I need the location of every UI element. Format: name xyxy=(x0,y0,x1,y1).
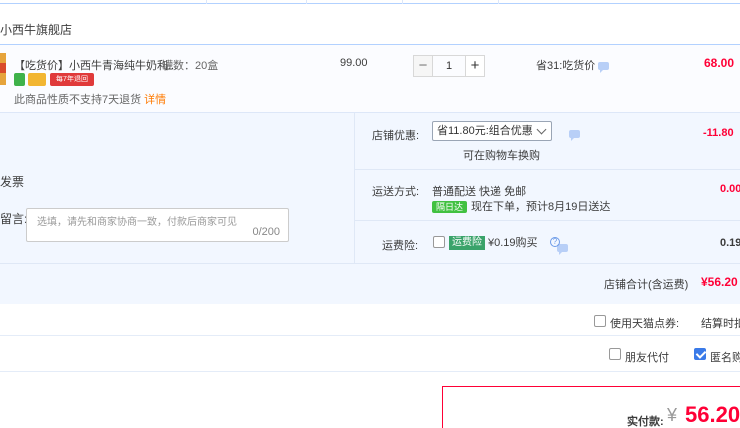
insurance-price: ¥0.19购买 xyxy=(488,237,538,249)
column-divider xyxy=(206,0,207,4)
item-note: 此商品性质不支持7天退货 详情 xyxy=(14,91,166,107)
header-rule xyxy=(0,0,740,4)
payment-summary: 实付款: ¥ 56.20 xyxy=(442,386,740,428)
column-divider xyxy=(498,0,499,4)
store-discount-hint: 可在购物车换购 xyxy=(463,150,540,162)
message-field[interactable]: 选填，请先和商家协商一致，付款后商家可见 0/200 xyxy=(26,208,289,242)
shipping-label: 运送方式: xyxy=(372,186,420,198)
column-divider xyxy=(402,0,403,4)
store-discount-amount: -11.80 xyxy=(703,127,734,139)
shop-total-value: ¥56.20 xyxy=(701,275,738,289)
item-title[interactable]: 【吃货价】小西牛青海纯牛奶利... xyxy=(14,57,177,73)
chevron-down-icon xyxy=(536,124,547,135)
tmall-points-label: 使用天猫点券: xyxy=(610,318,680,330)
next-day-badge: 隔日达 xyxy=(432,201,468,214)
help-icon[interactable]: ? xyxy=(550,237,560,247)
order-summary-panel: 店铺优惠: 省11.80元:组合优惠 可在购物车换购 -11.80 运送方式: … xyxy=(355,113,740,263)
shop-total-label: 店铺合计(含运费) xyxy=(604,279,689,291)
store-discount-value: 省11.80元:组合优惠 xyxy=(437,125,533,137)
insurance-label: 运费险: xyxy=(382,240,419,252)
shipping-eta: 现在下单，预计8月19日送达 xyxy=(471,201,611,213)
product-thumbnail[interactable] xyxy=(0,53,6,85)
increase-quantity-button[interactable]: + xyxy=(465,55,485,77)
item-subtotal: 68.00 xyxy=(704,56,735,70)
card-icon xyxy=(28,73,46,86)
shipping-eta-row: 隔日达 现在下单，预计8月19日送达 xyxy=(432,198,610,214)
insurance-checkbox[interactable] xyxy=(433,236,445,248)
store-discount-label: 店铺优惠: xyxy=(372,130,420,142)
row-divider xyxy=(355,169,740,170)
insurance-tag: 运费险 xyxy=(449,236,485,251)
message-counter: 0/200 xyxy=(252,226,280,238)
column-divider xyxy=(306,0,307,4)
points-row: 使用天猫点券: 结算时扣 xyxy=(0,304,740,336)
friend-pay-label: 朋友代付 xyxy=(625,352,669,364)
order-options-area: 发票 留言: 选填，请先和商家协商一致，付款后商家可见 0/200 店铺优惠: … xyxy=(0,113,740,305)
message-placeholder: 选填，请先和商家协商一致，付款后商家可见 xyxy=(37,217,237,228)
decrease-quantity-button[interactable]: − xyxy=(413,55,433,77)
saving-label: 省31:吃货价 xyxy=(536,57,610,74)
details-link[interactable]: 详情 xyxy=(144,94,166,106)
insurance-offer: 运费险 ¥0.19购买 xyxy=(449,234,538,251)
insurance-amount: 0.19 xyxy=(720,237,740,249)
item-row: 【吃货价】小西牛青海纯牛奶利... 罐数：20盒 每7年退回 此商品性质不支持7… xyxy=(0,45,740,113)
store-discount-select[interactable]: 省11.80元:组合优惠 xyxy=(432,121,552,141)
friend-pay-checkbox[interactable] xyxy=(609,348,621,360)
shop-name[interactable]: 小西牛旗舰店 xyxy=(0,20,72,40)
payment-currency: ¥ xyxy=(667,405,678,425)
message-label: 留言: xyxy=(0,212,28,226)
item-note-text: 此商品性质不支持7天退货 xyxy=(14,94,142,106)
quantity-stepper: − 1 + xyxy=(413,55,485,77)
guarantee-icon xyxy=(14,73,25,86)
shipping-amount: 0.00 xyxy=(720,183,740,195)
payment-options-row: 朋友代付 匿名购 xyxy=(0,336,740,372)
anonymous-checkbox[interactable] xyxy=(694,348,706,360)
invoice-label[interactable]: 发票 xyxy=(0,173,24,190)
saving-text: 省31:吃货价 xyxy=(536,60,596,72)
anonymous-label: 匿名购 xyxy=(710,352,740,364)
shipping-method: 普通配送 快递 免邮 xyxy=(432,186,527,198)
quantity-input[interactable]: 1 xyxy=(433,55,465,77)
chat-bubble-icon[interactable] xyxy=(569,129,580,141)
chat-bubble-icon[interactable] xyxy=(598,62,610,74)
payment-label: 实付款: xyxy=(627,416,664,428)
order-confirm-page: 小西牛旗舰店 【吃货价】小西牛青海纯牛奶利... 罐数：20盒 每7年退回 此商… xyxy=(0,0,740,428)
settle-hint: 结算时扣 xyxy=(701,318,740,330)
tmall-points-checkbox[interactable] xyxy=(594,315,606,327)
shop-total-row: 店铺合计(含运费) ¥56.20 xyxy=(0,263,740,305)
order-box: 【吃货价】小西牛青海纯牛奶利... 罐数：20盒 每7年退回 此商品性质不支持7… xyxy=(0,44,740,305)
row-divider xyxy=(355,220,740,221)
return-badge: 每7年退回 xyxy=(50,73,94,86)
payment-amount: 56.20 xyxy=(685,402,740,427)
unit-price: 99.00 xyxy=(340,57,368,69)
item-sku: 罐数：20盒 xyxy=(162,60,219,72)
